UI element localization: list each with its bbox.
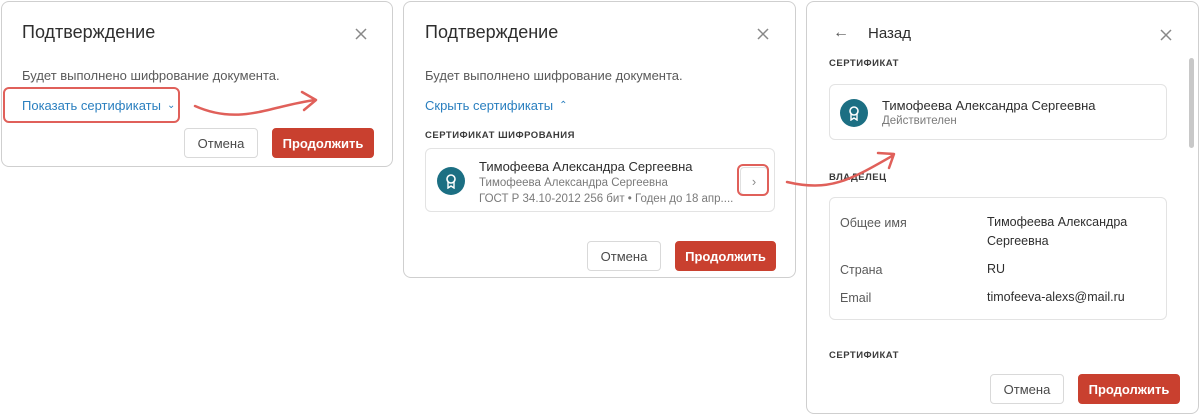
owner-row-label: Email: [840, 291, 872, 305]
owner-row-value: RU: [987, 262, 1006, 276]
hide-certificates-link[interactable]: Скрыть сертификаты ⌃: [425, 98, 567, 113]
certificate-status: Действителен: [882, 115, 957, 127]
section-label-certificate: СЕРТИФИКАТ: [829, 58, 899, 69]
close-icon[interactable]: [354, 27, 368, 41]
cancel-button[interactable]: Отмена: [587, 241, 661, 271]
certificate-name: Тимофеева Александра Сергеевна: [882, 98, 1096, 113]
certificate-name: Тимофеева Александра Сергеевна: [479, 159, 693, 174]
certificate-card[interactable]: Тимофеева Александра Сергеевна Тимофеева…: [425, 148, 775, 212]
dialog-title: Подтверждение: [22, 22, 156, 42]
section-label-owner: ВЛАДЕЛЕЦ: [829, 172, 887, 183]
cancel-button[interactable]: Отмена: [990, 374, 1064, 404]
owner-row-label: Страна: [840, 263, 883, 277]
owner-row-label: Общее имя: [840, 216, 907, 230]
certificate-details-dialog: ← Назад СЕРТИФИКАТ Тимофеева Александра …: [806, 1, 1199, 414]
back-label[interactable]: Назад: [868, 25, 911, 42]
certificate-card: Тимофеева Александра Сергеевна Действите…: [829, 84, 1167, 140]
dialog-message: Будет выполнено шифрование документа.: [425, 68, 683, 83]
confirm-dialog-expanded: Подтверждение Будет выполнено шифрование…: [403, 1, 796, 278]
highlight-frame: [3, 87, 180, 123]
cancel-button[interactable]: Отмена: [184, 128, 258, 158]
scrollbar[interactable]: [1189, 58, 1194, 148]
certificate-details: ГОСТ Р 34.10-2012 256 бит • Годен до 18 …: [479, 193, 734, 205]
hide-certificates-label: Скрыть сертификаты: [425, 98, 554, 113]
dialog-message: Будет выполнено шифрование документа.: [22, 68, 280, 83]
dialog-title: Подтверждение: [425, 22, 559, 42]
back-arrow-icon[interactable]: ←: [833, 24, 849, 42]
close-icon[interactable]: [756, 27, 770, 41]
highlight-frame: [737, 164, 769, 196]
certificate-icon: [437, 167, 465, 195]
owner-row-value: Тимофеева Александра Сергеевна: [987, 215, 1128, 248]
owner-card: Общее имя Тимофеева Александра Сергеевна…: [829, 197, 1167, 320]
owner-row-value: timofeeva-alexs@mail.ru: [987, 290, 1125, 304]
continue-button[interactable]: Продолжить: [675, 241, 776, 271]
certificate-icon: [840, 99, 868, 127]
chevron-up-icon: ⌃: [559, 99, 568, 111]
continue-button[interactable]: Продолжить: [1078, 374, 1180, 404]
close-icon[interactable]: [1159, 28, 1173, 42]
continue-button[interactable]: Продолжить: [272, 128, 374, 158]
section-label-certificate-2: СЕРТИФИКАТ: [829, 350, 899, 361]
section-label-encryption-cert: СЕРТИФИКАТ ШИФРОВАНИЯ: [425, 130, 575, 141]
confirm-dialog-collapsed: Подтверждение Будет выполнено шифрование…: [1, 1, 393, 167]
certificate-owner: Тимофеева Александра Сергеевна: [479, 177, 668, 189]
